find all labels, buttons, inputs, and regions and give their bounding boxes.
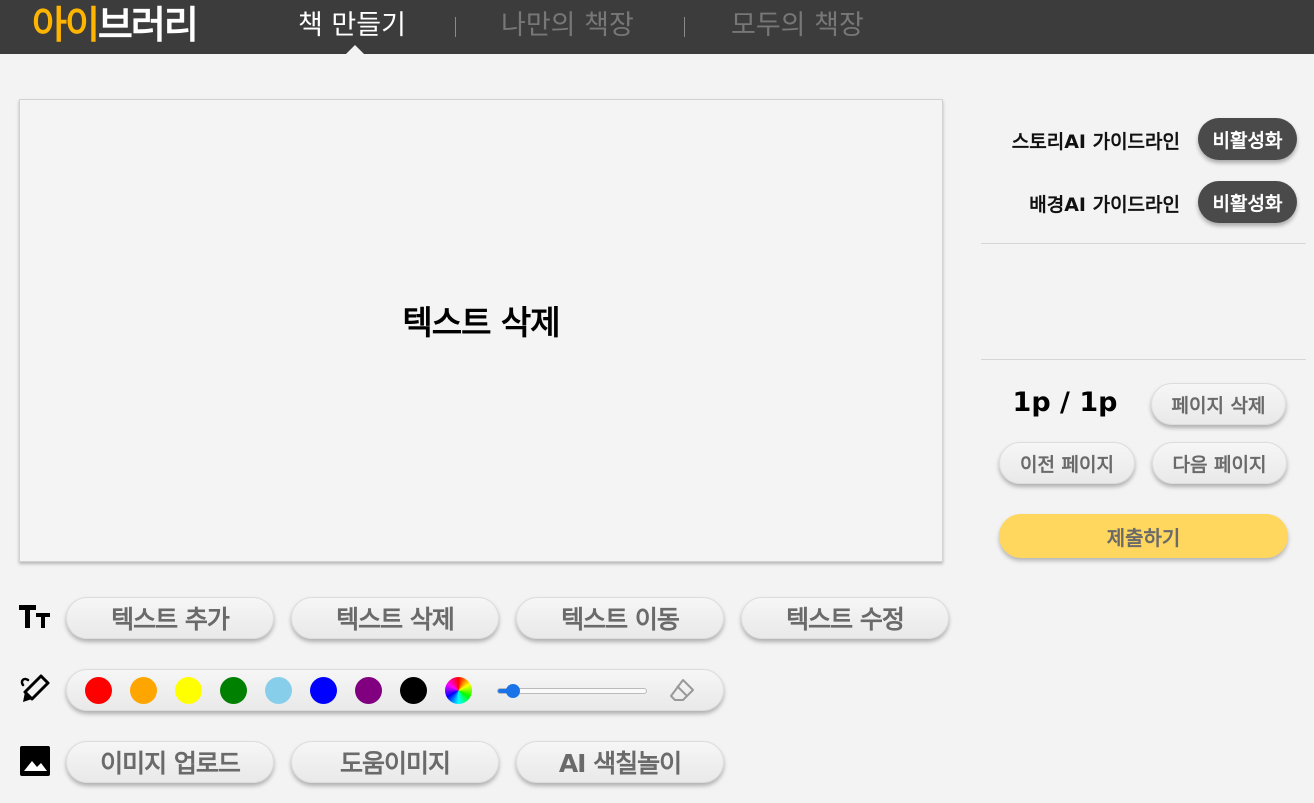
canvas-text[interactable]: 텍스트 삭제: [20, 296, 942, 344]
ai-coloring-button[interactable]: AI 색칠놀이: [516, 741, 724, 783]
upload-image-button[interactable]: 이미지 업로드: [66, 741, 274, 783]
nav-divider: [455, 17, 456, 37]
drawing-palette: [66, 669, 724, 711]
image-icon: [18, 744, 52, 778]
text-size-icon: [18, 599, 52, 633]
delete-page-button[interactable]: 페이지 삭제: [1151, 383, 1286, 425]
top-navigation-bar: 아이브러리 책 만들기 나만의 책장 모두의 책장: [0, 0, 1314, 54]
color-wheel-icon[interactable]: [445, 677, 472, 704]
brush-size-handle[interactable]: [505, 684, 520, 698]
page-indicator: 1p / 1p: [1012, 387, 1118, 418]
story-ai-guideline-label: 스토리AI 가이드라인: [1011, 131, 1180, 153]
story-ai-guideline-toggle[interactable]: 비활성화: [1198, 118, 1297, 160]
previous-page-button[interactable]: 이전 페이지: [999, 442, 1135, 484]
tab-everyone-bookshelf[interactable]: 모두의 책장: [731, 8, 864, 44]
brush-icon: [18, 672, 52, 706]
eraser-icon[interactable]: [669, 678, 695, 702]
background-ai-guideline-toggle[interactable]: 비활성화: [1198, 181, 1297, 223]
tab-make-book[interactable]: 책 만들기: [298, 8, 406, 44]
color-swatch-skyblue[interactable]: [265, 677, 292, 704]
background-ai-guideline-label: 배경AI 가이드라인: [1029, 194, 1180, 216]
logo-part-2: 브러리: [97, 3, 199, 47]
color-swatch-green[interactable]: [220, 677, 247, 704]
add-text-button[interactable]: 텍스트 추가: [66, 597, 274, 639]
active-tab-indicator: [346, 45, 364, 54]
color-swatch-blue[interactable]: [310, 677, 337, 704]
nav-divider: [684, 17, 685, 37]
move-text-button[interactable]: 텍스트 이동: [516, 597, 724, 639]
tab-my-bookshelf[interactable]: 나만의 책장: [501, 8, 634, 44]
panel-divider: [981, 359, 1306, 360]
edit-text-button[interactable]: 텍스트 수정: [741, 597, 949, 639]
submit-button[interactable]: 제출하기: [999, 514, 1288, 558]
color-swatch-yellow[interactable]: [175, 677, 202, 704]
color-swatch-orange[interactable]: [130, 677, 157, 704]
delete-text-button[interactable]: 텍스트 삭제: [291, 597, 499, 639]
brush-size-slider[interactable]: [497, 684, 647, 698]
color-swatch-purple[interactable]: [355, 677, 382, 704]
color-swatch-black[interactable]: [400, 677, 427, 704]
book-page-canvas[interactable]: 텍스트 삭제: [19, 99, 943, 562]
help-image-button[interactable]: 도움이미지: [291, 741, 499, 783]
next-page-button[interactable]: 다음 페이지: [1152, 442, 1287, 484]
color-swatch-red[interactable]: [85, 677, 112, 704]
panel-divider: [981, 243, 1306, 244]
logo-part-1: 아이: [32, 3, 100, 47]
logo[interactable]: 아이브러리: [32, 2, 199, 48]
